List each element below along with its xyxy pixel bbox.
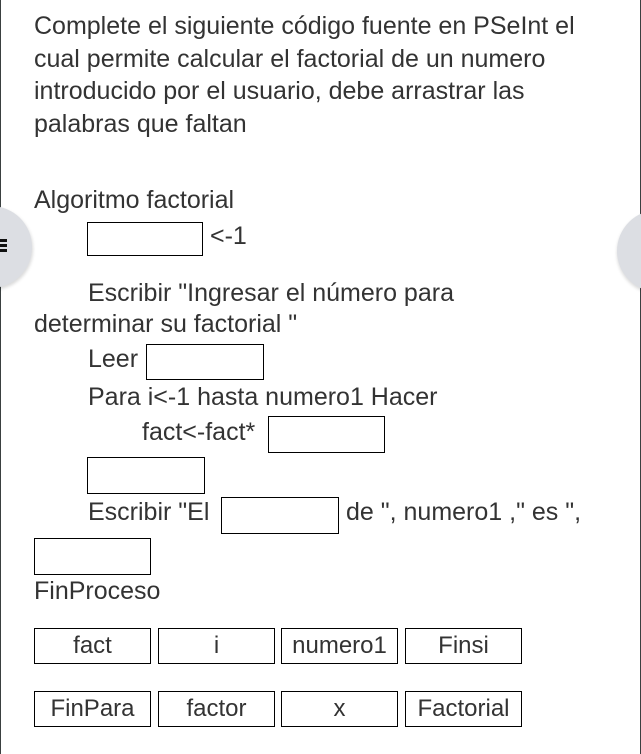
- code-line-escribir-prompt: Escribir "Ingresar el número para: [88, 279, 454, 307]
- drop-blank-6[interactable]: [34, 538, 151, 575]
- menu-icon: [0, 239, 7, 255]
- code-line-escribir-prompt-cont: determinar su factorial ": [34, 310, 298, 338]
- code-line-assign-suffix: <-1: [210, 222, 247, 250]
- word-chip-factorial[interactable]: Factorial: [405, 691, 522, 727]
- code-line-leer: Leer: [88, 345, 139, 373]
- word-chip-i[interactable]: i: [158, 628, 275, 664]
- code-line-algoritmo: Algoritmo factorial: [34, 186, 235, 214]
- question-content: Complete el siguiente código fuente en P…: [34, 10, 604, 140]
- word-chip-fact[interactable]: fact: [34, 628, 151, 664]
- drop-blank-5[interactable]: [221, 497, 339, 534]
- word-chip-x[interactable]: x: [281, 691, 398, 727]
- frame-border-left: [0, 0, 1, 754]
- code-line-escribir-result-suffix: de ", numero1 ," es ",: [346, 498, 582, 526]
- drop-blank-2[interactable]: [146, 344, 264, 380]
- drop-blank-4[interactable]: [87, 457, 205, 494]
- drop-blank-1[interactable]: [87, 222, 203, 256]
- drop-blank-3[interactable]: [268, 416, 385, 453]
- code-line-finproceso: FinProceso: [34, 577, 161, 605]
- code-line-para: Para i<-1 hasta numero1 Hacer: [88, 383, 438, 411]
- menu-button[interactable]: [0, 206, 32, 288]
- code-line-fact-multiply: fact<-fact*: [142, 418, 256, 446]
- word-chip-numero1[interactable]: numero1: [281, 628, 398, 664]
- word-chip-factor[interactable]: factor: [158, 691, 275, 727]
- instructions-text: Complete el siguiente código fuente en P…: [34, 12, 575, 138]
- code-line-escribir-result: Escribir "El: [88, 498, 210, 526]
- word-chip-finsi[interactable]: Finsi: [405, 628, 522, 664]
- side-nav-button[interactable]: [617, 210, 641, 292]
- word-chip-finpara[interactable]: FinPara: [34, 691, 151, 727]
